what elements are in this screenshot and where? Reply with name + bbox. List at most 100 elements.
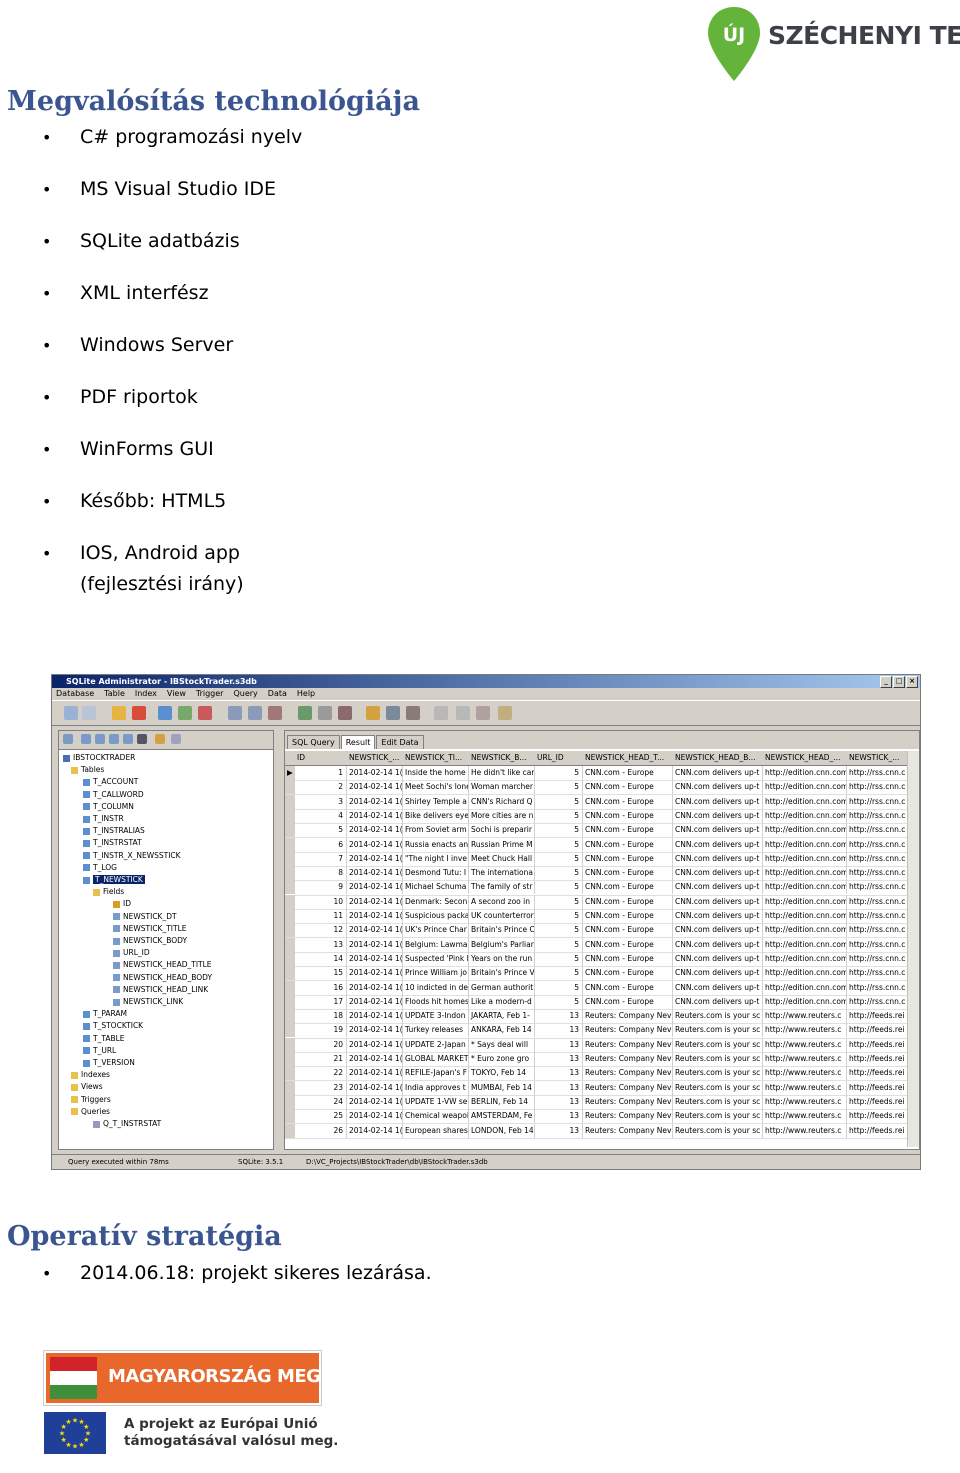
column-header[interactable]: NEWSTICK_TI... xyxy=(403,751,469,765)
table-row[interactable]: 22 2014-02-14 1(REFILE-Japan's F TOKYO, Fe… xyxy=(285,1066,907,1082)
tree-node[interactable]: IBSTOCKTRADER xyxy=(63,752,135,764)
tree-node[interactable]: T_INSTR_X_NEWSSTICK xyxy=(83,850,181,862)
tree-node[interactable]: NEWSTICK_HEAD_TITLE xyxy=(113,959,212,971)
tree-node[interactable]: T_INSTR xyxy=(83,813,124,825)
table-row[interactable]: 10 2014-02-14 1(Denmark: Secon A second zo… xyxy=(285,894,907,910)
column-header[interactable]: NEWSTICK_B... xyxy=(469,751,535,765)
table-row[interactable]: 21 2014-02-14 1(GLOBAL MARKET * Euro zone … xyxy=(285,1052,907,1068)
table-row[interactable]: 20 2014-02-14 1(UPDATE 2-Japan * Says deal… xyxy=(285,1037,907,1053)
table-row[interactable]: ▶ 1 2014-02-14 1(Inside the home He didn't … xyxy=(285,766,907,782)
delete-index-icon[interactable] xyxy=(268,706,282,720)
edit-table-icon[interactable] xyxy=(178,706,192,720)
tree-tool-icon[interactable] xyxy=(155,734,165,744)
menu-query[interactable]: Query xyxy=(233,688,257,700)
tree-node[interactable]: T_PARAM xyxy=(83,1008,127,1020)
table-row[interactable]: 13 2014-02-14 1(Belgium: Lawma Belgium's P… xyxy=(285,937,907,953)
delete-view-icon[interactable] xyxy=(338,706,352,720)
tree-node[interactable]: T_INSTRSTAT xyxy=(83,837,142,849)
table-row[interactable]: 19 2014-02-14 1(Turkey releases ANKARA, Fe… xyxy=(285,1023,907,1039)
tree-node[interactable]: Views xyxy=(71,1081,103,1093)
menu-help[interactable]: Help xyxy=(297,688,315,700)
tree-node[interactable]: Indexes xyxy=(71,1069,110,1081)
vertical-scrollbar[interactable] xyxy=(907,751,919,1147)
table-row[interactable]: 16 2014-02-14 1(10 indicted in de German a… xyxy=(285,980,907,996)
table-row[interactable]: 3 2014-02-14 1(Shirley Temple a CNN's Rich… xyxy=(285,794,907,810)
tree-node[interactable]: Fields xyxy=(93,886,124,898)
column-header[interactable]: NEWSTICK_HEAD_T... xyxy=(583,751,673,765)
close-button[interactable]: × xyxy=(906,676,918,688)
menu-database[interactable]: Database xyxy=(56,688,94,700)
import-icon[interactable] xyxy=(456,706,470,720)
table-row[interactable]: 12 2014-02-14 1(UK's Prince Char Britain's… xyxy=(285,923,907,939)
menu-trigger[interactable]: Trigger xyxy=(196,688,224,700)
tree-node[interactable]: T_URL xyxy=(83,1045,116,1057)
tree-node[interactable]: URL_ID xyxy=(113,947,150,959)
export-icon[interactable] xyxy=(434,706,448,720)
table-row[interactable]: 14 2014-02-14 1(Suspected 'Pink F Years on… xyxy=(285,951,907,968)
tree-node[interactable]: T_NEWSTICK xyxy=(83,874,145,886)
tree-node[interactable]: T_ACCOUNT xyxy=(83,776,138,788)
column-header[interactable]: NEWSTICK_... xyxy=(347,751,403,765)
tree-node[interactable]: T_INSTRALIAS xyxy=(83,825,145,837)
tree-tool-icon[interactable] xyxy=(123,734,133,744)
table-row[interactable]: 4 2014-02-14 1(Bike delivers eye More citi… xyxy=(285,808,907,825)
tree-node[interactable]: NEWSTICK_DT xyxy=(113,911,177,923)
tree-node[interactable]: NEWSTICK_TITLE xyxy=(113,923,187,935)
tab-result[interactable]: Result xyxy=(340,735,376,749)
table-row[interactable]: 11 2014-02-14 1(Suspicious packa UK counte… xyxy=(285,909,907,925)
maximize-button[interactable]: □ xyxy=(893,676,905,688)
table-row[interactable]: 26 2014-02-14 1(European shares LONDON, Fe… xyxy=(285,1123,907,1139)
table-row[interactable]: 23 2014-02-14 1(India approves t MUMBAI, F… xyxy=(285,1080,907,1096)
tree-tool-icon[interactable] xyxy=(63,734,73,744)
menu-index[interactable]: Index xyxy=(135,688,157,700)
delete-trigger-icon[interactable] xyxy=(406,706,420,720)
tree-node[interactable]: T_VERSION xyxy=(83,1057,135,1069)
table-row[interactable]: 24 2014-02-14 1(UPDATE 1-VW se BERLIN, Feb… xyxy=(285,1094,907,1111)
tree-tool-icon[interactable] xyxy=(171,734,181,744)
tree-tool-icon[interactable] xyxy=(109,734,119,744)
table-row[interactable]: 18 2014-02-14 1(UPDATE 3-Indon JAKARTA, Fe… xyxy=(285,1009,907,1025)
table-row[interactable]: 2 2014-02-14 1(Meet Sochi's lone Woman mar… xyxy=(285,780,907,796)
delete-table-icon[interactable] xyxy=(198,706,212,720)
tree-node[interactable]: T_CALLWORD xyxy=(83,789,144,801)
table-row[interactable]: 8 2014-02-14 1(Desmond Tutu: I The interna… xyxy=(285,866,907,882)
minimize-button[interactable]: _ xyxy=(880,676,892,688)
tree-node[interactable]: Tables xyxy=(71,764,104,776)
open-database-icon[interactable] xyxy=(112,706,126,720)
compact-icon[interactable] xyxy=(498,706,512,720)
table-row[interactable]: 17 2014-02-14 1(Floods hit homes Like a mo… xyxy=(285,994,907,1010)
tree-node[interactable]: Q_T_INSTRSTAT xyxy=(93,1118,161,1130)
tree-node[interactable]: Queries xyxy=(71,1106,110,1118)
tree-node[interactable]: T_COLUMN xyxy=(83,801,134,813)
menu-view[interactable]: View xyxy=(167,688,186,700)
tree-node[interactable]: T_STOCKTICK xyxy=(83,1020,143,1032)
tree-tool-icon[interactable] xyxy=(81,734,91,744)
tree-node[interactable]: NEWSTICK_BODY xyxy=(113,935,187,947)
column-header[interactable]: NEWSTICK_... xyxy=(847,751,907,765)
tree-node[interactable]: NEWSTICK_LINK xyxy=(113,996,183,1008)
table-row[interactable]: 5 2014-02-14 1(From Soviet arm Sochi is pr… xyxy=(285,823,907,839)
tree-node[interactable]: NEWSTICK_HEAD_LINK xyxy=(113,984,208,996)
tree-node[interactable]: T_TABLE xyxy=(83,1033,125,1045)
column-header[interactable]: URL_ID xyxy=(535,751,583,765)
column-header[interactable]: NEWSTICK_HEAD_B... xyxy=(673,751,763,765)
new-database-icon[interactable] xyxy=(64,706,78,720)
edit-trigger-icon[interactable] xyxy=(386,706,400,720)
table-row[interactable]: 9 2014-02-14 1(Michael Schuma The family o… xyxy=(285,880,907,896)
table-row[interactable]: 6 2014-02-14 1(Russia enacts an Russian Pr… xyxy=(285,837,907,853)
create-view-icon[interactable] xyxy=(298,706,312,720)
tree-tool-icon[interactable] xyxy=(137,734,147,744)
edit-view-icon[interactable] xyxy=(318,706,332,720)
menu-data[interactable]: Data xyxy=(268,688,287,700)
table-row[interactable]: 7 2014-02-14 1("The night I inve Meet Chuc… xyxy=(285,851,907,867)
tab-sql-query[interactable]: SQL Query xyxy=(287,735,340,749)
tab-edit-data[interactable]: Edit Data xyxy=(376,735,424,749)
close-database-icon[interactable] xyxy=(132,706,146,720)
edit-index-icon[interactable] xyxy=(248,706,262,720)
menu-table[interactable]: Table xyxy=(104,688,125,700)
tree-tool-icon[interactable] xyxy=(95,734,105,744)
table-row[interactable]: 25 2014-02-14 1(Chemical weapoi AMSTERDAM,… xyxy=(285,1109,907,1125)
tree-node[interactable]: NEWSTICK_HEAD_BODY xyxy=(113,972,212,984)
tree-node[interactable]: T_LOG xyxy=(83,862,117,874)
table-row[interactable]: 15 2014-02-14 1(Prince William jo Britain'… xyxy=(285,966,907,982)
